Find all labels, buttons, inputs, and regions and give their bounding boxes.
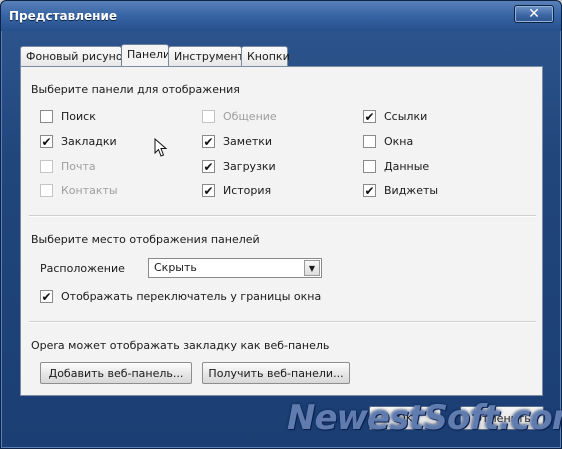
checkbox-mail[interactable]: Почта bbox=[40, 160, 96, 173]
position-select-value: Скрыть bbox=[154, 261, 197, 274]
checkbox-show-toggle[interactable]: ✔ Отображать переключатель у границы окна bbox=[40, 290, 321, 303]
tab-tools[interactable]: Инструменты bbox=[168, 46, 253, 66]
checkbox-contacts[interactable]: Контакты bbox=[40, 184, 118, 197]
tab-panel-panels: Выберите панели для отображения Поиск ✔ З… bbox=[20, 66, 543, 396]
panels-section-title: Выберите панели для отображения bbox=[31, 83, 240, 96]
checkbox-label: Данные bbox=[384, 160, 430, 173]
position-select[interactable]: Скрыть ▼ bbox=[148, 258, 322, 278]
checkbox-label: Заметки bbox=[223, 135, 273, 148]
close-button[interactable]: ✕ bbox=[514, 5, 554, 23]
checkbox-box: ✔ bbox=[202, 134, 215, 149]
checkbox-label: Виджеты bbox=[384, 184, 439, 197]
section-divider bbox=[29, 215, 536, 217]
checkbox-label: Закладки bbox=[61, 135, 117, 148]
title-bar[interactable]: Представление ✕ bbox=[1, 1, 561, 31]
checkbox-box: ✔ bbox=[202, 183, 215, 198]
checkbox-box: ✔ bbox=[363, 183, 376, 198]
checkbox-label: Загрузки bbox=[223, 160, 276, 173]
checkbox-label: Поиск bbox=[61, 110, 96, 123]
checkbox-box: ✔ bbox=[40, 289, 53, 304]
checkbox-chat[interactable]: Общение bbox=[202, 110, 277, 123]
webpanel-section-title: Opera может отображать закладку как веб-… bbox=[31, 339, 330, 352]
checkbox-bookmarks[interactable]: ✔ Закладки bbox=[40, 135, 117, 148]
add-webpanel-button[interactable]: Добавить веб-панель... bbox=[40, 362, 192, 384]
checkbox-box: ✔ bbox=[40, 134, 53, 149]
checkbox-windows[interactable]: Окна bbox=[363, 135, 413, 148]
checkbox-label: Контакты bbox=[61, 184, 118, 197]
tab-panels[interactable]: Панели bbox=[121, 44, 170, 67]
get-webpanels-button[interactable]: Получить веб-панели... bbox=[202, 362, 350, 384]
placement-section-title: Выберите место отображения панелей bbox=[31, 233, 260, 246]
checkbox-label: Отображать переключатель у границы окна bbox=[61, 290, 322, 303]
cancel-button[interactable]: Отменить bbox=[460, 406, 544, 430]
checkbox-links[interactable]: ✔ Ссылки bbox=[363, 110, 427, 123]
checkbox-box bbox=[363, 135, 376, 148]
chevron-down-icon[interactable]: ▼ bbox=[304, 260, 320, 276]
checkbox-box bbox=[202, 110, 215, 123]
checkbox-box bbox=[40, 184, 53, 197]
window-title: Представление bbox=[9, 9, 117, 23]
checkbox-label: История bbox=[223, 184, 272, 197]
ok-button[interactable]: OK bbox=[369, 406, 441, 430]
checkbox-box bbox=[40, 110, 53, 123]
preferences-dialog: Представление ✕ Фоновый рисунок Панели И… bbox=[0, 0, 562, 449]
checkbox-box: ✔ bbox=[202, 159, 215, 174]
tab-buttons[interactable]: Кнопки bbox=[241, 46, 290, 66]
tab-background[interactable]: Фоновый рисунок bbox=[20, 46, 129, 66]
mouse-pointer-icon bbox=[154, 138, 168, 157]
checkbox-box: ✔ bbox=[363, 109, 376, 124]
checkbox-box bbox=[363, 160, 376, 173]
checkbox-data[interactable]: Данные bbox=[363, 160, 429, 173]
section-divider bbox=[29, 321, 536, 323]
checkbox-widgets[interactable]: ✔ Виджеты bbox=[363, 184, 438, 197]
checkbox-box bbox=[40, 160, 53, 173]
close-icon: ✕ bbox=[528, 6, 540, 22]
position-label: Расположение bbox=[40, 262, 125, 275]
checkbox-notes[interactable]: ✔ Заметки bbox=[202, 135, 272, 148]
checkbox-history[interactable]: ✔ История bbox=[202, 184, 271, 197]
checkbox-label: Окна bbox=[384, 135, 414, 148]
checkbox-label: Ссылки bbox=[384, 110, 428, 123]
checkbox-downloads[interactable]: ✔ Загрузки bbox=[202, 160, 276, 173]
checkbox-label: Общение bbox=[223, 110, 277, 123]
checkbox-label: Почта bbox=[61, 160, 96, 173]
checkbox-search[interactable]: Поиск bbox=[40, 110, 96, 123]
